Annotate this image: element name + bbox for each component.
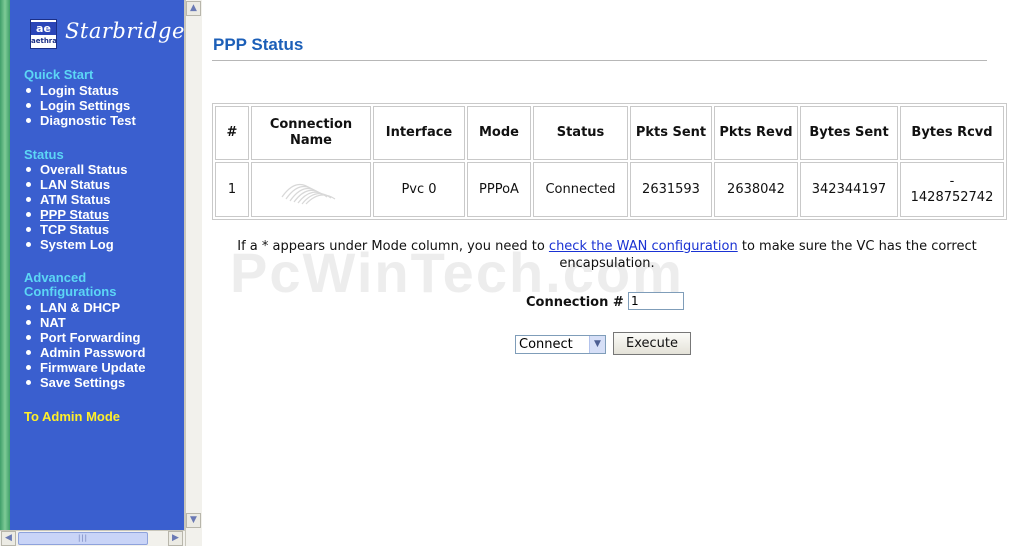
logo-aethra-text: aethra — [31, 37, 57, 45]
bullet-icon — [26, 380, 31, 385]
bullet-icon — [26, 167, 31, 172]
scrollbar-thumb[interactable]: ||| — [18, 532, 148, 545]
logo-ae-text: ae — [31, 22, 56, 35]
col-header-connection-name: Connection Name — [251, 106, 371, 160]
page-title: PPP Status — [213, 35, 304, 54]
nav-ppp-status[interactable]: PPP Status — [40, 207, 109, 222]
action-select-value: Connect — [519, 337, 573, 352]
connection-number-input[interactable] — [628, 292, 684, 310]
brand-logo: ae aethra Starbridge — [30, 19, 184, 53]
nav-port-forwarding[interactable]: Port Forwarding — [40, 330, 140, 345]
connection-number-label: Connection # — [526, 295, 624, 310]
bullet-icon — [26, 212, 31, 217]
nav-tcp-status[interactable]: TCP Status — [40, 222, 109, 237]
section-title-configurations: Configurations — [24, 284, 117, 299]
title-divider — [212, 60, 987, 61]
col-header-interface: Interface — [373, 106, 465, 160]
nav-login-settings[interactable]: Login Settings — [40, 98, 130, 113]
nav-lan-status[interactable]: LAN Status — [40, 177, 110, 192]
wan-config-message: If a * appears under Mode column, you ne… — [212, 238, 1002, 272]
col-header-status: Status — [533, 106, 628, 160]
cell-bytes-rcvd: - 1428752742 — [900, 162, 1004, 217]
nav-system-log[interactable]: System Log — [40, 237, 114, 252]
nav-save-settings[interactable]: Save Settings — [40, 375, 125, 390]
col-header-pkts-revd: Pkts Revd — [714, 106, 798, 160]
action-select[interactable]: Connect ▼ — [515, 335, 606, 354]
cell-status: Connected — [533, 162, 628, 217]
connection-image-icon — [281, 183, 336, 204]
nav-diagnostic-test[interactable]: Diagnostic Test — [40, 113, 136, 128]
scroll-up-icon[interactable]: ▲ — [186, 1, 201, 16]
cell-bytes-rcvd-value: 1428752742 — [910, 189, 994, 205]
col-header-pkts-sent: Pkts Sent — [630, 106, 712, 160]
col-header-mode: Mode — [467, 106, 531, 160]
cell-connection-name — [251, 162, 371, 217]
table-row: 1 Pvc 0 PPPoA Connected 2631593 2638042 … — [215, 162, 1004, 217]
bullet-icon — [26, 305, 31, 310]
col-header-bytes-sent: Bytes Sent — [800, 106, 898, 160]
nav-to-admin-mode[interactable]: To Admin Mode — [24, 409, 120, 424]
nav-overall-status[interactable]: Overall Status — [40, 162, 127, 177]
cell-bytes-rcvd-sign: - — [949, 173, 955, 189]
nav-admin-password[interactable]: Admin Password — [40, 345, 145, 360]
sidebar-horizontal-scrollbar[interactable]: ◀ ||| ▶ — [0, 530, 201, 546]
bullet-icon — [26, 350, 31, 355]
message-text-before: If a * appears under Mode column, you ne… — [237, 239, 549, 254]
section-title-quick-start: Quick Start — [24, 67, 94, 82]
nav-atm-status[interactable]: ATM Status — [40, 192, 111, 207]
bullet-icon — [26, 197, 31, 202]
bullet-icon — [26, 227, 31, 232]
bullet-icon — [26, 103, 31, 108]
cell-num: 1 — [215, 162, 249, 217]
bullet-icon — [26, 320, 31, 325]
cell-pkts-revd: 2638042 — [714, 162, 798, 217]
sidebar-frame: ae aethra Starbridge Quick Start Login S… — [0, 0, 201, 546]
logo-brand-text: Starbridge — [65, 19, 185, 43]
bullet-icon — [26, 365, 31, 370]
sidebar-green-stripe — [0, 0, 10, 546]
ppp-status-table: # Connection Name Interface Mode Status … — [212, 103, 1007, 220]
main-vertical-scrollbar[interactable]: ▲ ▼ — [185, 0, 202, 546]
bullet-icon — [26, 88, 31, 93]
col-header-bytes-rcvd: Bytes Rcvd — [900, 106, 1004, 160]
col-header-num: # — [215, 106, 249, 160]
execute-button[interactable]: Execute — [613, 332, 691, 355]
nav-lan-dhcp[interactable]: LAN & DHCP — [40, 300, 120, 315]
scroll-down-icon[interactable]: ▼ — [186, 513, 201, 528]
cell-mode: PPPoA — [467, 162, 531, 217]
main-content: PPP Status # Connection Name Interface M… — [202, 0, 1022, 546]
aethra-logo-mark: ae aethra — [30, 19, 57, 49]
scroll-left-icon[interactable]: ◀ — [1, 531, 16, 546]
cell-bytes-sent: 342344197 — [800, 162, 898, 217]
table-header-row: # Connection Name Interface Mode Status … — [215, 106, 1004, 160]
nav-login-status[interactable]: Login Status — [40, 83, 119, 98]
cell-interface: Pvc 0 — [373, 162, 465, 217]
nav-nat[interactable]: NAT — [40, 315, 66, 330]
section-title-status: Status — [24, 147, 64, 162]
nav-firmware-update[interactable]: Firmware Update — [40, 360, 145, 375]
check-wan-configuration-link[interactable]: check the WAN configuration — [549, 239, 738, 254]
bullet-icon — [26, 242, 31, 247]
bullet-icon — [26, 335, 31, 340]
bullet-icon — [26, 182, 31, 187]
section-title-advanced: Advanced — [24, 270, 87, 285]
chevron-down-icon[interactable]: ▼ — [589, 336, 605, 353]
cell-pkts-sent: 2631593 — [630, 162, 712, 217]
scroll-right-icon[interactable]: ▶ — [168, 531, 183, 546]
bullet-icon — [26, 118, 31, 123]
